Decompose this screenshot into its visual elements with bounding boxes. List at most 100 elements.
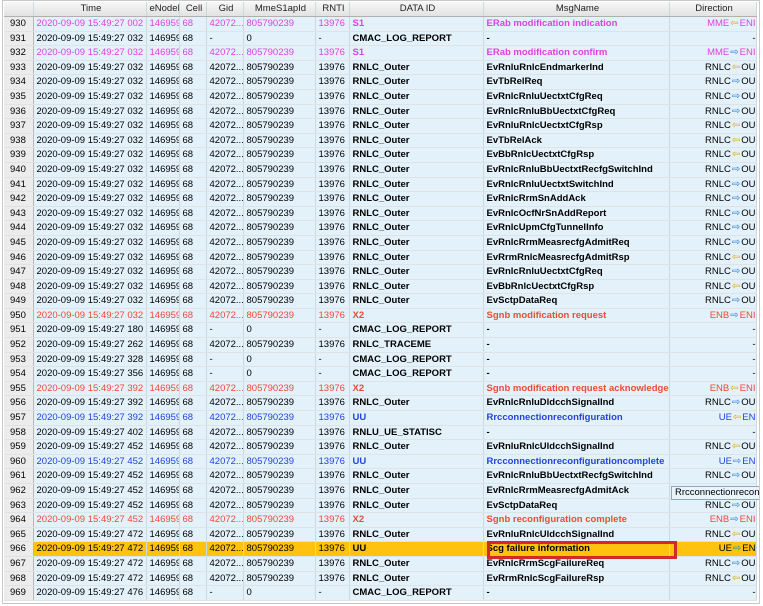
arrow-left-icon: ⇦ — [731, 149, 741, 161]
mmes1apid-cell: 0 — [243, 352, 316, 368]
cell-id-cell: 68 — [179, 366, 207, 382]
column-header-enodeb[interactable]: eNodeB — [146, 2, 180, 17]
gid-cell: 42072... — [206, 220, 244, 236]
row-index: 967 — [4, 556, 34, 572]
cell-id-cell: 68 — [179, 118, 207, 134]
column-header-cell[interactable]: Cell — [179, 2, 207, 17]
rnti-cell: 13976 — [315, 16, 350, 32]
data-id-cell: RNLC_Outer — [349, 162, 484, 178]
enodeb-cell: 146959 — [146, 322, 180, 339]
column-header-msgname[interactable]: MsgName — [483, 2, 670, 17]
data-id-cell: RNLC_Outer — [349, 104, 484, 120]
table-row[interactable]: 941 2020-09-09 15:49:27 032 146959 68 42072.… — [4, 177, 757, 193]
table-row[interactable]: 936 2020-09-09 15:49:27 032 146959 68 42072.… — [4, 104, 757, 120]
mmes1apid-cell: 805790239 — [243, 60, 316, 76]
table-row[interactable]: 954 2020-09-09 15:49:27 356 146959 68-0- CMA… — [4, 366, 757, 382]
direction-destination: OU — [741, 470, 756, 482]
direction-wrap: RNLC⇦OU — [705, 148, 755, 161]
time-cell: 2020-09-09 15:49:27 032 — [33, 31, 147, 47]
table-row[interactable]: 939 2020-09-09 15:49:27 032 146959 68 42072.… — [4, 147, 757, 163]
mmes1apid-cell: 805790239 — [243, 571, 316, 587]
column-header-data-id[interactable]: DATA ID — [349, 2, 484, 17]
column-header-rnti[interactable]: RNTI — [315, 2, 350, 17]
direction-source: RNLC — [704, 61, 731, 73]
direction-destination: OU — [741, 61, 756, 73]
table-row[interactable]: 948 2020-09-09 15:49:27 032 146959 68 42072.… — [4, 279, 757, 295]
table-row[interactable]: 955 2020-09-09 15:49:27 392 146959 68 42072.… — [4, 381, 757, 397]
column-header-mmes1apid[interactable]: MmeS1apId — [243, 2, 316, 17]
table-row[interactable]: 969 2020-09-09 15:49:27 476 146959 68-0- CMA… — [4, 585, 757, 601]
rnti-cell: 13976 — [315, 74, 350, 90]
direction-destination: OU — [741, 266, 756, 278]
table-row[interactable]: 950 2020-09-09 15:49:27 032 146959 68 42072.… — [4, 308, 757, 324]
data-id-cell: UU — [349, 454, 484, 470]
table-row[interactable]: 965 2020-09-09 15:49:27 472 146959 68 42072.… — [4, 527, 757, 543]
column-header-direction[interactable]: Direction — [669, 2, 757, 17]
table-row[interactable]: 964 2020-09-09 15:49:27 452 146959 68 42072.… — [4, 512, 757, 528]
table-row[interactable]: 943 2020-09-09 15:49:27 032 146959 68 42072.… — [4, 206, 757, 222]
cell-id-cell: 68 — [179, 191, 207, 207]
table-row[interactable]: 947 2020-09-09 15:49:27 032 146959 68 42072.… — [4, 264, 757, 280]
table-row[interactable]: 967 2020-09-09 15:49:27 472 146959 68 42072.… — [4, 556, 757, 572]
table-row[interactable]: 966 2020-09-09 15:49:27 472 146959 68 42072.… — [4, 541, 757, 557]
table-row[interactable]: 938 2020-09-09 15:49:27 032 146959 68 42072.… — [4, 133, 757, 149]
message-log-table: Time eNodeB Cell Gid MmeS1apId RNTI DATA… — [4, 2, 757, 601]
table-row[interactable]: 956 2020-09-09 15:49:27 392 146959 68 42072.… — [4, 395, 757, 412]
column-header-time[interactable]: Time — [33, 2, 147, 17]
mmes1apid-cell: 805790239 — [243, 527, 316, 543]
direction-cell: RNLC⇦OU — [669, 250, 757, 266]
gid-cell: 42072... — [206, 191, 244, 207]
table-row[interactable]: 946 2020-09-09 15:49:27 032 146959 68 42072.… — [4, 250, 757, 266]
table-row[interactable]: 962 2020-09-09 15:49:27 452 146959 68 42072.… — [4, 483, 757, 499]
cell-id-cell: 68 — [179, 133, 207, 149]
table-row[interactable]: 944 2020-09-09 15:49:27 032 146959 68 42072.… — [4, 220, 757, 236]
table-row[interactable]: 942 2020-09-09 15:49:27 032 146959 68 42072.… — [4, 191, 757, 207]
rnti-cell: 13976 — [315, 235, 350, 251]
mmes1apid-cell: 805790239 — [243, 177, 316, 193]
table-row[interactable]: 932 2020-09-09 15:49:27 032 146959 68 42072.… — [4, 45, 757, 61]
direction-wrap: RNLC⇨OU — [705, 294, 755, 307]
table-row[interactable]: 934 2020-09-09 15:49:27 032 146959 68 42072.… — [4, 74, 757, 90]
direction-wrap: RNLC⇨OU — [705, 207, 756, 220]
msgname-cell: - — [483, 425, 670, 441]
column-header-gid[interactable]: Gid — [206, 2, 244, 17]
column-header-index[interactable] — [4, 2, 34, 17]
table-row[interactable]: 961 2020-09-09 15:49:27 452 146959 68 42072.… — [4, 468, 757, 484]
msgname-cell: EvBbRnlcUectxtCfgRsp — [483, 147, 670, 163]
table-row[interactable]: 935 2020-09-09 15:49:27 032 146959 68 42072.… — [4, 89, 757, 105]
table-row[interactable]: 958 2020-09-09 15:49:27 402 146959 68 42072.… — [4, 425, 757, 441]
cell-id-cell: 68 — [179, 293, 207, 309]
msgname-cell: EvRnlcRrmMeasrecfgAdmitAck — [483, 483, 670, 499]
table-row[interactable]: 957 2020-09-09 15:49:27 392 146959 68 42072.… — [4, 410, 757, 426]
table-row[interactable]: 952 2020-09-09 15:49:27 262 146959 68 42072.… — [4, 337, 757, 353]
table-row[interactable]: 949 2020-09-09 15:49:27 032 146959 68 42072.… — [4, 293, 757, 309]
row-index: 949 — [4, 293, 34, 309]
table-row[interactable]: 931 2020-09-09 15:49:27 032 146959 68-0- CMA… — [4, 31, 757, 47]
rnti-cell: 13976 — [315, 381, 350, 397]
gid-cell: - — [206, 352, 244, 368]
direction-wrap: RNLC⇨OU — [705, 396, 755, 409]
table-row[interactable]: 951 2020-09-09 15:49:27 180 146959 68-0- CMA… — [4, 322, 757, 339]
rnti-cell: 13976 — [315, 410, 350, 426]
time-cell: 2020-09-09 15:49:27 472 — [33, 571, 147, 587]
cell-id-cell: 68 — [179, 483, 207, 499]
table-row[interactable]: 960 2020-09-09 15:49:27 452 146959 68 42072.… — [4, 454, 757, 470]
time-cell: 2020-09-09 15:49:27 392 — [33, 395, 147, 412]
enodeb-cell: 146959 — [146, 250, 180, 266]
cell-id-cell: 68 — [179, 147, 207, 163]
direction-cell: - — [669, 31, 757, 47]
table-row[interactable]: 940 2020-09-09 15:49:27 032 146959 68 42072.… — [4, 162, 757, 178]
direction-destination: OU — [741, 207, 756, 219]
table-row[interactable]: 937 2020-09-09 15:49:27 032 146959 68 42072.… — [4, 118, 757, 134]
table-row[interactable]: 968 2020-09-09 15:49:27 472 146959 68 42072.… — [4, 571, 757, 587]
table-row[interactable]: 933 2020-09-09 15:49:27 032 146959 68 42072.… — [4, 60, 757, 76]
table-row[interactable]: 930 2020-09-09 15:49:27 002 146959 68 42072.… — [4, 16, 757, 32]
direction-wrap: RNLC⇨OU — [705, 105, 755, 118]
direction-destination: OU — [741, 280, 756, 292]
table-row[interactable]: 959 2020-09-09 15:49:27 452 146959 68 42072.… — [4, 439, 757, 455]
data-id-cell: CMAC_LOG_REPORT — [349, 352, 484, 368]
table-row[interactable]: 963 2020-09-09 15:49:27 452 146959 68 42072.… — [4, 498, 757, 514]
table-row[interactable]: 945 2020-09-09 15:49:27 032 146959 68 42072.… — [4, 235, 757, 251]
table-row[interactable]: 953 2020-09-09 15:49:27 328 146959 68-0- CMA… — [4, 352, 757, 368]
cell-id-cell: 68 — [179, 74, 207, 90]
